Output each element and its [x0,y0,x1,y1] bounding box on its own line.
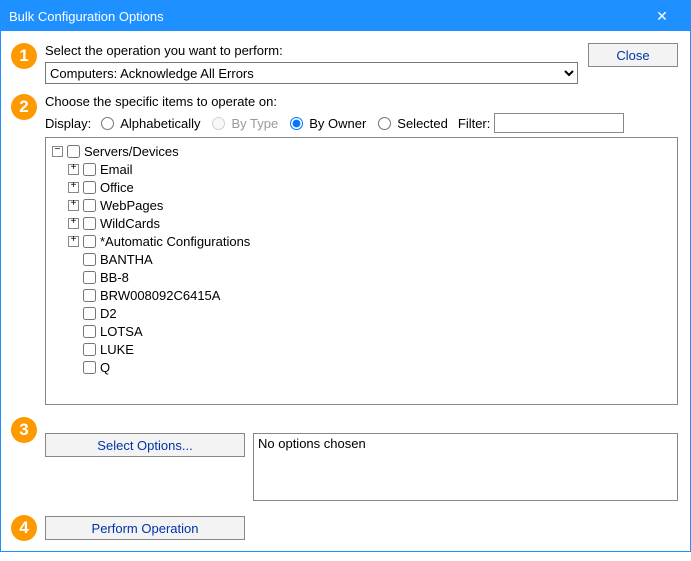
radio-bytype-label: By Type [231,116,278,131]
perform-operation-button[interactable]: Perform Operation [45,516,245,540]
items-tree[interactable]: − Servers/Devices + Email + Office + [45,137,678,405]
tree-checkbox[interactable] [83,253,96,266]
expand-icon[interactable]: + [68,200,79,211]
collapse-icon[interactable]: − [52,146,63,157]
tree-leaf[interactable]: BB-8 [52,268,671,286]
tree-leaf-label[interactable]: BB-8 [100,270,129,285]
dialog-content: 1 Select the operation you want to perfo… [1,31,690,561]
tree-group-label[interactable]: *Automatic Configurations [100,234,250,249]
tree-checkbox[interactable] [83,181,96,194]
tree-checkbox[interactable] [83,271,96,284]
tree-group[interactable]: + Email [52,160,671,178]
step-2-label: Choose the specific items to operate on: [45,94,678,109]
close-button[interactable]: Close [588,43,678,67]
tree-group-label[interactable]: WebPages [100,198,163,213]
tree-group-label[interactable]: Email [100,162,133,177]
radio-alphabetically[interactable] [101,117,114,130]
expand-icon[interactable]: + [68,164,79,175]
window-title: Bulk Configuration Options [9,9,164,24]
radio-bytype [212,117,225,130]
tree-leaf-label[interactable]: BANTHA [100,252,153,267]
tree-leaf[interactable]: LUKE [52,340,671,358]
tree-checkbox[interactable] [83,361,96,374]
filter-label: Filter: [458,116,491,131]
filter-input[interactable] [494,113,624,133]
close-icon[interactable]: ✕ [642,1,682,31]
tree-leaf[interactable]: BANTHA [52,250,671,268]
tree-group[interactable]: + *Automatic Configurations [52,232,671,250]
tree-checkbox[interactable] [83,289,96,302]
tree-checkbox[interactable] [83,217,96,230]
tree-leaf-label[interactable]: BRW008092C6415A [100,288,220,303]
step-badge-3: 3 [11,417,37,443]
step-4-row: 4 Perform Operation [11,515,678,541]
radio-selected[interactable] [378,117,391,130]
tree-leaf[interactable]: Q [52,358,671,376]
display-filter-row: Display: Alphabetically By Type By Owner… [45,113,678,133]
tree-checkbox[interactable] [83,199,96,212]
step-2-row: 2 Choose the specific items to operate o… [11,94,678,405]
tree-group[interactable]: + WebPages [52,196,671,214]
tree-leaf-label[interactable]: D2 [100,306,117,321]
expand-icon[interactable]: + [68,236,79,247]
step-badge-1: 1 [11,43,37,69]
tree-checkbox[interactable] [83,325,96,338]
tree-leaf[interactable]: BRW008092C6415A [52,286,671,304]
radio-byowner[interactable] [290,117,303,130]
tree-root-label[interactable]: Servers/Devices [84,144,179,159]
operation-select[interactable]: Computers: Acknowledge All Errors [45,62,578,84]
expand-icon[interactable]: + [68,218,79,229]
tree-group[interactable]: + Office [52,178,671,196]
step-3-row: 3 Select Options... No options chosen [11,417,678,501]
radio-selected-label[interactable]: Selected [397,116,448,131]
step-badge-4: 4 [11,515,37,541]
display-label: Display: [45,116,91,131]
radio-byowner-label[interactable]: By Owner [309,116,366,131]
tree-checkbox[interactable] [83,163,96,176]
radio-alphabetically-label[interactable]: Alphabetically [120,116,200,131]
tree-checkbox[interactable] [83,235,96,248]
tree-checkbox[interactable] [67,145,80,158]
tree-checkbox[interactable] [83,307,96,320]
step-badge-2: 2 [11,94,37,120]
tree-root[interactable]: − Servers/Devices [52,142,671,160]
tree-leaf-label[interactable]: LUKE [100,342,134,357]
select-options-button[interactable]: Select Options... [45,433,245,457]
tree-leaf[interactable]: D2 [52,304,671,322]
tree-group[interactable]: + WildCards [52,214,671,232]
tree-group-label[interactable]: WildCards [100,216,160,231]
tree-group-label[interactable]: Office [100,180,134,195]
tree-leaf-label[interactable]: LOTSA [100,324,143,339]
titlebar: Bulk Configuration Options ✕ [1,1,690,31]
options-display: No options chosen [253,433,678,501]
expand-icon[interactable]: + [68,182,79,193]
tree-leaf[interactable]: LOTSA [52,322,671,340]
tree-leaf-label[interactable]: Q [100,360,110,375]
tree-checkbox[interactable] [83,343,96,356]
step-1-row: 1 Select the operation you want to perfo… [11,43,678,84]
step-1-label: Select the operation you want to perform… [45,43,578,58]
